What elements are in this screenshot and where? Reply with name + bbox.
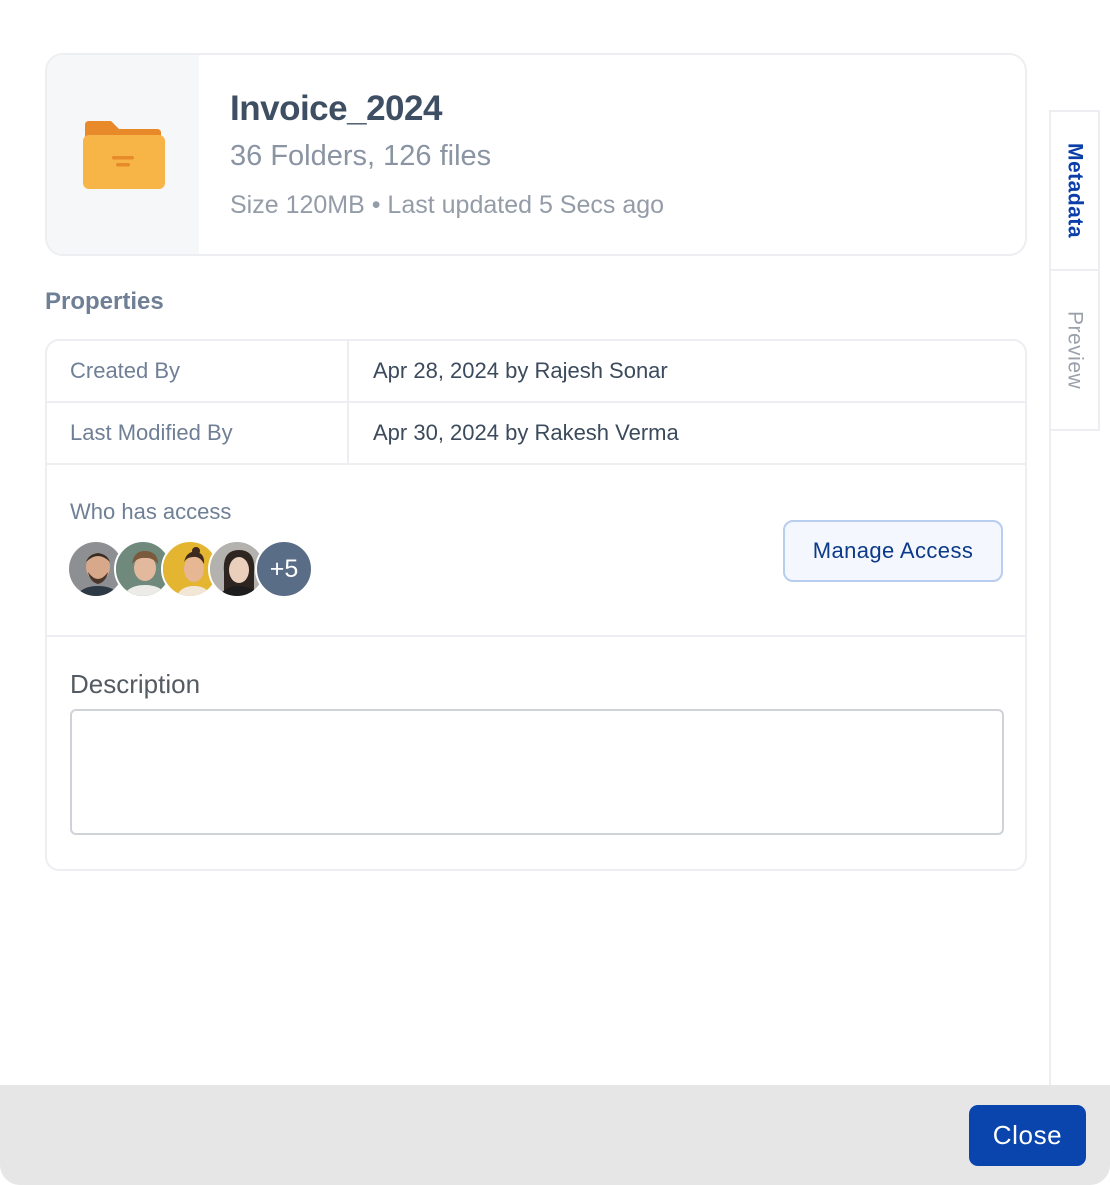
close-button[interactable]: Close: [969, 1105, 1086, 1166]
tab-preview-label: Preview: [1063, 310, 1087, 390]
properties-card: Created By Apr 28, 2024 by Rajesh Sonar …: [45, 339, 1027, 871]
property-value: Apr 28, 2024 by Rajesh Sonar: [373, 358, 668, 383]
file-summary-card: Invoice_2024 36 Folders, 126 files Size …: [45, 53, 1027, 256]
side-tabs: Metadata Preview: [1049, 110, 1100, 1085]
manage-access-button[interactable]: Manage Access: [783, 520, 1003, 582]
property-row-last-modified-by: Last Modified By Apr 30, 2024 by Rakesh …: [47, 403, 1025, 465]
folder-icon: [83, 120, 165, 189]
tab-metadata-label: Metadata: [1063, 142, 1087, 239]
property-key: Created By: [47, 341, 349, 401]
tab-metadata[interactable]: Metadata: [1051, 110, 1100, 271]
property-key: Last Modified By: [47, 403, 349, 463]
file-meta: Size 120MB • Last updated 5 Secs ago: [230, 191, 665, 219]
avatar-more-count[interactable]: +5: [255, 540, 313, 598]
property-row-created-by: Created By Apr 28, 2024 by Rajesh Sonar: [47, 341, 1025, 403]
property-value: Apr 30, 2024 by Rakesh Verma: [373, 420, 679, 445]
file-counts: 36 Folders, 126 files: [230, 140, 492, 172]
description-input[interactable]: [70, 709, 1004, 835]
access-label: Who has access: [70, 499, 232, 524]
file-icon-panel: [47, 55, 199, 254]
file-title: Invoice_2024: [230, 89, 442, 128]
description-label: Description: [70, 669, 201, 699]
dialog-footer: Close: [0, 1085, 1110, 1185]
properties-heading: Properties: [45, 288, 164, 315]
tab-preview[interactable]: Preview: [1051, 269, 1100, 431]
